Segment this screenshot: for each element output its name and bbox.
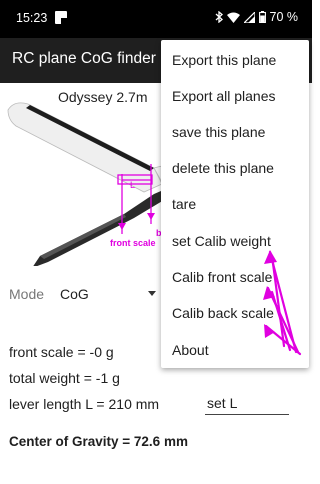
system-icons: 70 % bbox=[215, 10, 299, 24]
menu-item-set-calib-weight[interactable]: set Calib weight bbox=[161, 223, 309, 259]
status-bar: 15:23 70 % bbox=[0, 0, 312, 38]
lever-length-reading: lever length L = 210 mm bbox=[9, 396, 160, 412]
menu-item-calib-back-scale[interactable]: Calib back scale bbox=[161, 295, 309, 331]
menu-item-delete-this-plane[interactable]: delete this plane bbox=[161, 150, 309, 186]
center-of-gravity-result: Center of Gravity = 72.6 mm bbox=[9, 434, 188, 449]
menu-item-about[interactable]: About bbox=[161, 332, 309, 368]
status-time: 15:23 bbox=[16, 11, 48, 25]
length-label: L bbox=[130, 180, 135, 190]
menu-item-tare[interactable]: tare bbox=[161, 186, 309, 222]
chevron-down-icon bbox=[148, 291, 156, 296]
menu-item-export-this-plane[interactable]: Export this plane bbox=[161, 42, 309, 78]
app-title: RC plane CoG finder bbox=[12, 50, 156, 67]
menu-item-calib-front-scale[interactable]: Calib front scale bbox=[161, 259, 309, 295]
overflow-menu: Export this plane Export all planes save… bbox=[161, 40, 309, 368]
mode-dropdown[interactable]: CoG bbox=[58, 282, 158, 306]
front-scale-reading: front scale = -0 g bbox=[9, 344, 114, 360]
menu-item-export-all-planes[interactable]: Export all planes bbox=[161, 78, 309, 114]
notification-icon bbox=[55, 11, 67, 24]
mode-label: Mode bbox=[9, 286, 45, 302]
battery-percent: 70 % bbox=[269, 10, 299, 24]
cell-signal-icon bbox=[243, 11, 255, 23]
mode-value: CoG bbox=[60, 286, 89, 302]
total-weight-reading: total weight = -1 g bbox=[9, 370, 120, 386]
battery-icon bbox=[258, 11, 266, 23]
set-l-placeholder: set L bbox=[207, 395, 238, 411]
menu-item-save-this-plane[interactable]: save this plane bbox=[161, 114, 309, 150]
front-scale-label: front scale bbox=[110, 238, 156, 248]
set-l-input[interactable]: set L bbox=[205, 393, 289, 415]
bluetooth-icon bbox=[215, 11, 223, 23]
wifi-icon bbox=[226, 12, 240, 23]
